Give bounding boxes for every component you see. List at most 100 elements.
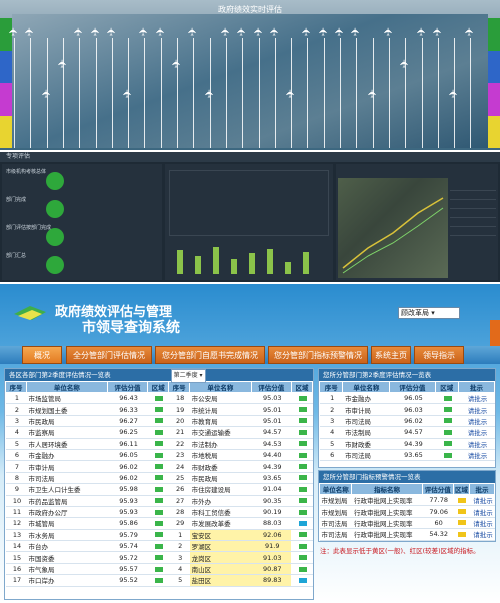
table-row[interactable]: 13 市水务局 95.79 1 宝安区 92.06 — [5, 529, 313, 542]
region-flag — [435, 438, 459, 450]
jet-icon[interactable]: ✈ — [252, 27, 265, 36]
unit-name: 市卫生人口计生委 — [26, 483, 108, 496]
unit-name: 市财政委 — [342, 438, 390, 450]
jet-icon[interactable]: ✈ — [89, 27, 102, 36]
table-row[interactable]: 9 市卫生人口计生委 95.98 26 市住房建设局 91.04 — [5, 483, 313, 496]
jet-icon[interactable]: ✈ — [219, 27, 232, 36]
column-header: 区域 — [147, 381, 170, 393]
green-bar — [249, 253, 255, 274]
table-row[interactable]: 1 市金融办 96.05 请批示 — [319, 392, 495, 405]
lane-line — [144, 38, 146, 148]
table-row[interactable]: 3 市民政局 96.27 20 市教育局 95.01 — [5, 415, 313, 428]
jet-icon[interactable]: ✈ — [301, 27, 314, 36]
instruct-link[interactable]: 请批示 — [458, 449, 495, 462]
instruct-link[interactable]: 请批示 — [458, 426, 495, 439]
lane-line — [193, 38, 195, 148]
score: 95.01 — [251, 415, 292, 428]
table-row[interactable]: 10 市药品监管局 95.93 27 市外办 90.35 — [5, 495, 313, 507]
tab-warning[interactable]: 您分管部门指标预警情况 — [268, 346, 368, 364]
table-row[interactable]: 5 市人居环境委 96.11 22 市法制办 94.53 — [5, 438, 313, 450]
unit-name: 市司法局 — [342, 415, 390, 428]
jet-icon[interactable]: ✈ — [7, 27, 20, 36]
jet-icon[interactable]: ✈ — [203, 89, 216, 98]
table-row[interactable]: 市司法局 行政审批网上实现率 54.32 请批示 — [319, 528, 495, 541]
jet-icon[interactable]: ✈ — [40, 89, 53, 98]
unit-name: 市规划局 — [319, 505, 352, 518]
jet-icon[interactable]: ✈ — [464, 27, 477, 36]
jet-icon[interactable]: ✈ — [317, 27, 330, 36]
instruct-link[interactable]: 请批示 — [458, 415, 495, 428]
score: 95.57 — [107, 563, 148, 576]
instruct-link[interactable]: 请批示 — [469, 517, 495, 530]
instruct-link[interactable]: 请批示 — [458, 392, 495, 405]
jet-icon[interactable]: ✈ — [415, 27, 428, 36]
jet-icon[interactable]: ✈ — [23, 27, 36, 36]
instruct-link[interactable]: 请批示 — [469, 494, 495, 507]
jet-icon[interactable]: ✈ — [333, 27, 346, 36]
instruct-link[interactable]: 请批示 — [458, 403, 495, 416]
row-index: 19 — [168, 403, 190, 416]
table-row[interactable]: 12 市城管局 95.86 29 市发展改革委 88.03 — [5, 517, 313, 530]
table-row[interactable]: 8 市司法局 96.02 25 市民政局 93.65 — [5, 472, 313, 485]
table-row[interactable]: 4 市监察局 96.25 21 市交通运输委 94.57 — [5, 426, 313, 439]
table-row[interactable]: 市规划局 行政审批网上实现率 77.78 请批示 — [319, 494, 495, 507]
jet-icon[interactable]: ✈ — [366, 89, 379, 98]
jet-icon[interactable]: ✈ — [398, 59, 411, 68]
jet-icon[interactable]: ✈ — [349, 27, 362, 36]
jet-icon[interactable]: ✈ — [121, 89, 134, 98]
score: 94.39 — [251, 460, 292, 473]
tab-dept-eval[interactable]: 全分管部门评估情况 — [66, 346, 152, 364]
flag-icon — [298, 418, 307, 424]
region-flag — [291, 540, 313, 553]
instruct-link[interactable]: 请批示 — [469, 528, 495, 541]
table-row[interactable]: 市规划局 行政审批网上实现率 79.06 请批示 — [319, 505, 495, 518]
jet-icon[interactable]: ✈ — [431, 27, 444, 36]
table-row[interactable]: 3 市司法局 96.02 请批示 — [319, 415, 495, 428]
jet-icon[interactable]: ✈ — [447, 89, 460, 98]
tab-overview[interactable]: 概况 — [22, 346, 62, 364]
jet-icon[interactable]: ✈ — [56, 59, 69, 68]
user-select[interactable]: 顾改革局 ▾ — [398, 307, 460, 319]
jet-icon[interactable]: ✈ — [186, 27, 199, 36]
table-row[interactable]: 6 市司法局 93.65 请批示 — [319, 449, 495, 462]
table-row[interactable]: 1 市场监管局 96.43 18 市公安局 95.03 — [5, 392, 313, 405]
quarter-dropdown[interactable]: 第二季度 ▾ — [170, 369, 206, 383]
tab-home[interactable]: 系统主页 — [371, 346, 411, 364]
jet-icon[interactable]: ✈ — [105, 27, 118, 36]
score: 93.65 — [389, 449, 436, 462]
jet-icon[interactable]: ✈ — [235, 27, 248, 36]
green-bar-chart — [169, 240, 329, 278]
jet-icon[interactable]: ✈ — [138, 27, 151, 36]
table-row[interactable]: 市司法局 行政审批网上实现率 60 请批示 — [319, 517, 495, 530]
table-row[interactable]: 6 市金融办 96.05 23 市地税局 94.40 — [5, 449, 313, 462]
jet-icon[interactable]: ✈ — [382, 27, 395, 36]
table-row[interactable]: 11 市政府办公厅 95.93 28 市科工贸信委 90.19 — [5, 506, 313, 519]
table-row[interactable]: 16 市气象局 95.57 4 南山区 90.87 — [5, 563, 313, 576]
unit-name: 市财政委 — [189, 460, 252, 473]
tab-self-report[interactable]: 您分管部门自愿书完成情况 — [155, 346, 265, 364]
table-row[interactable]: 4 市法制局 94.57 请批示 — [319, 426, 495, 439]
jet-icon[interactable]: ✈ — [284, 89, 297, 98]
table-row[interactable]: 5 市财政委 94.39 请批示 — [319, 438, 495, 450]
jet-icon[interactable]: ✈ — [170, 59, 183, 68]
flag-icon — [443, 418, 452, 424]
lane-line — [307, 38, 309, 148]
instruct-link[interactable]: 请批示 — [458, 438, 495, 450]
table-row[interactable]: 15 市国资委 95.72 3 龙岗区 91.03 — [5, 551, 313, 564]
lane-line — [340, 38, 341, 148]
row-index: 4 — [5, 426, 27, 439]
table-row[interactable]: 2 市审计局 96.03 请批示 — [319, 403, 495, 416]
unit-name: 市城管局 — [26, 517, 108, 530]
column-header: 序号 — [5, 381, 27, 393]
table-row[interactable]: 2 市规划国土委 96.33 19 市统计局 95.01 — [5, 403, 313, 416]
jet-icon[interactable]: ✈ — [268, 27, 281, 36]
unit-name: 市法制局 — [342, 426, 390, 439]
instruct-link[interactable]: 请批示 — [469, 505, 495, 518]
jet-icon[interactable]: ✈ — [72, 27, 85, 36]
table-row[interactable]: 17 市口岸办 95.52 5 盐田区 89.83 — [5, 574, 313, 587]
table-row[interactable]: 7 市审计局 96.02 24 市财政委 94.39 — [5, 460, 313, 473]
flag-icon — [155, 498, 164, 504]
table-row[interactable]: 14 市台办 95.74 2 罗湖区 91.9 — [5, 540, 313, 553]
tab-instructions[interactable]: 领导指示 — [414, 346, 464, 364]
jet-icon[interactable]: ✈ — [154, 27, 167, 36]
